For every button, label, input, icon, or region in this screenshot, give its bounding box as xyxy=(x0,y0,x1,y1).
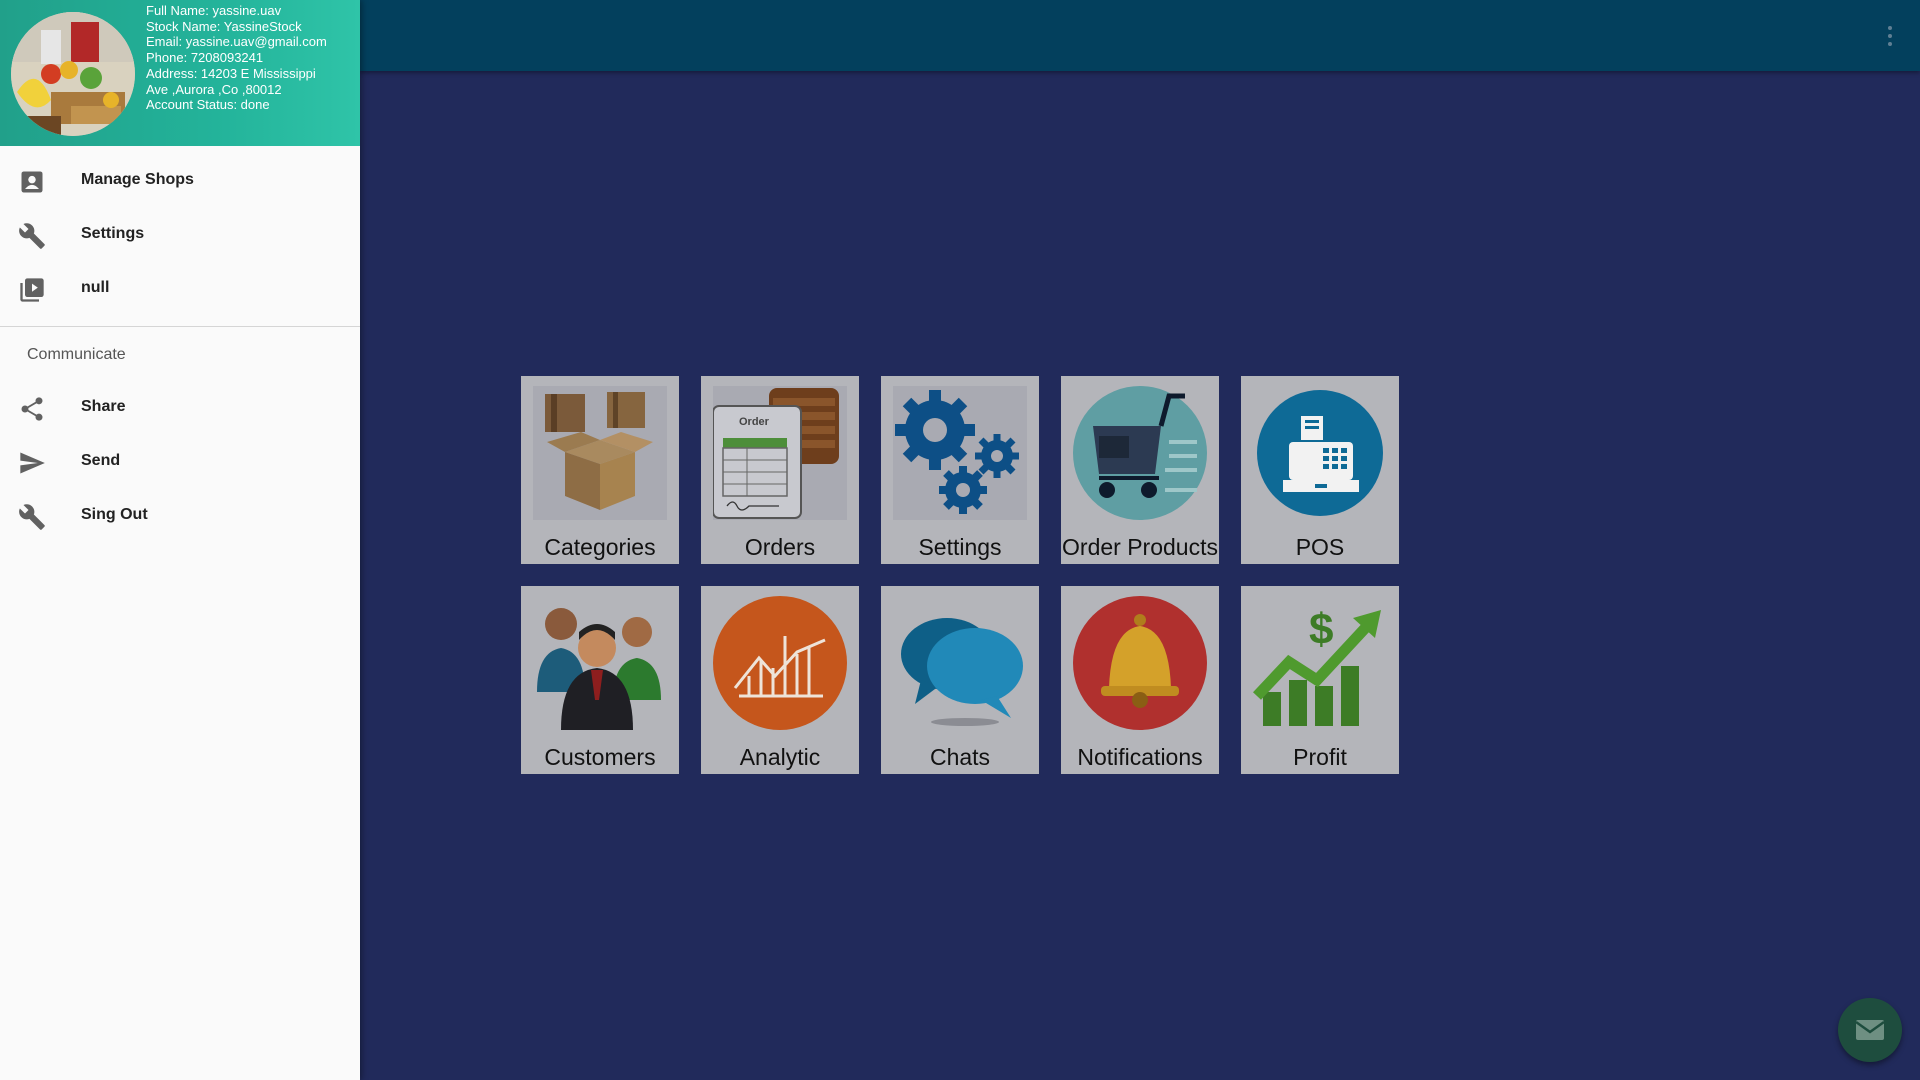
tile-profit[interactable]: $ Profit xyxy=(1241,586,1399,774)
tile-label: Analytic xyxy=(739,744,821,770)
drawer-item-label: Manage Shops xyxy=(81,171,194,188)
profile-phone: Phone: 7208093241 xyxy=(146,50,264,66)
drawer-item-label: Share xyxy=(81,398,126,415)
drawer-header: Full Name: yassine.uav Stock Name: Yassi… xyxy=(0,0,360,146)
tile-order-products[interactable]: Order Products xyxy=(1061,376,1219,564)
svg-text:$: $ xyxy=(1309,605,1333,654)
profile-full-name: Full Name: yassine.uav xyxy=(146,3,282,18)
bell-icon xyxy=(1073,596,1207,730)
send-icon xyxy=(20,452,45,474)
people-icon xyxy=(533,596,667,730)
tile-customers[interactable]: Customers xyxy=(521,586,679,774)
tile-settings[interactable]: Settings xyxy=(881,376,1039,564)
drawer-item-label: Settings xyxy=(81,225,145,242)
tile-label: Settings xyxy=(918,534,1002,560)
wrench-icon xyxy=(19,223,45,249)
profile-address-line1: Address: 14203 E Mississippi xyxy=(146,65,316,81)
profile-email: Email: yassine.uav@gmail.com xyxy=(146,34,327,50)
drawer-section-title: Communicate xyxy=(27,346,126,363)
main-content: Categories Order Orders Settings Order P… xyxy=(360,0,1920,1080)
avatar[interactable] xyxy=(11,12,135,136)
drawer-item-label: Send xyxy=(81,452,121,469)
tile-chats[interactable]: Chats xyxy=(881,586,1039,774)
navigation-drawer: Full Name: yassine.uav Stock Name: Yassi… xyxy=(0,0,360,1080)
drawer-item-sign-out[interactable]: Sing Out xyxy=(0,490,360,544)
analytics-chart-icon xyxy=(713,596,847,730)
order-art-text: Order xyxy=(739,416,770,428)
profit-growth-icon: $ xyxy=(1252,596,1387,730)
tile-orders[interactable]: Order Orders xyxy=(701,376,859,564)
gears-icon xyxy=(893,386,1027,520)
drawer-item-null[interactable]: null xyxy=(0,263,360,317)
tile-notifications[interactable]: Notifications xyxy=(1061,586,1219,774)
chat-bubbles-icon xyxy=(893,596,1027,730)
order-form-icon: Order xyxy=(712,386,847,520)
tile-label: Order Products xyxy=(1062,534,1218,560)
tile-label: Orders xyxy=(744,534,816,560)
tile-analytic[interactable]: Analytic xyxy=(701,586,859,774)
boxes-icon xyxy=(533,386,667,520)
tile-pos[interactable]: POS xyxy=(1241,376,1399,564)
profile-status: Account Status: done xyxy=(146,97,270,113)
mail-fab[interactable] xyxy=(1838,998,1902,1062)
drawer-item-label: null xyxy=(81,279,110,296)
tile-label: Categories xyxy=(544,534,656,560)
profile-address-line2: Ave ,Aurora ,Co ,80012 xyxy=(146,81,282,97)
tile-label: POS xyxy=(1295,534,1345,560)
drawer-item-label: Sing Out xyxy=(81,506,148,523)
drawer-divider xyxy=(0,326,360,327)
tile-label: Customers xyxy=(544,744,656,770)
mail-icon xyxy=(1855,1020,1885,1040)
overflow-menu-icon[interactable] xyxy=(1882,22,1898,50)
shopping-cart-icon xyxy=(1073,386,1207,520)
drawer-item-manage-shops[interactable]: Manage Shops xyxy=(0,155,360,209)
profile-info: Full Name: yassine.uav Stock Name: Yassi… xyxy=(146,3,356,113)
wrench-icon xyxy=(19,504,45,530)
video-library-icon xyxy=(20,278,44,302)
cash-register-icon xyxy=(1253,386,1387,520)
drawer-item-send[interactable]: Send xyxy=(0,436,360,490)
tile-categories[interactable]: Categories xyxy=(521,376,679,564)
tile-label: Notifications xyxy=(1077,744,1203,770)
tile-label: Profit xyxy=(1293,744,1347,770)
share-icon xyxy=(21,397,43,421)
tile-label: Chats xyxy=(929,744,991,770)
drawer-item-share[interactable]: Share xyxy=(0,382,360,436)
drawer-item-settings[interactable]: Settings xyxy=(0,209,360,263)
account-box-icon xyxy=(21,171,43,193)
profile-stock-name: Stock Name: YassineStock xyxy=(146,18,302,34)
app-bar xyxy=(360,0,1920,71)
